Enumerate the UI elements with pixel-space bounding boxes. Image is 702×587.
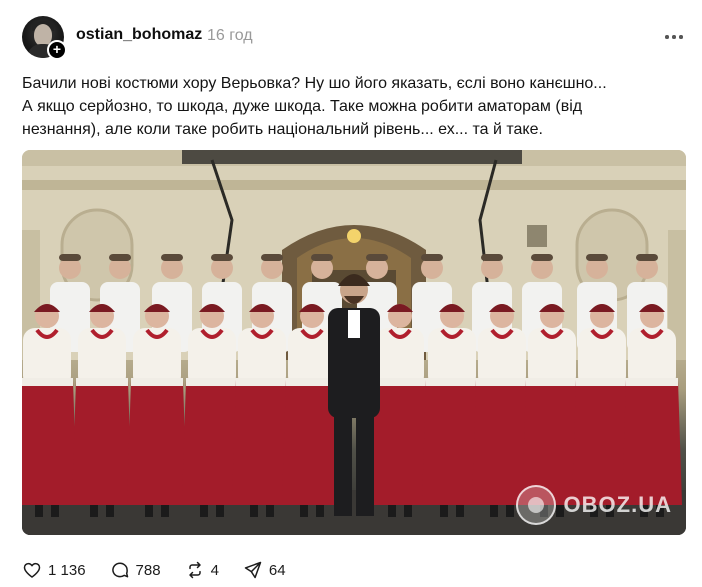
send-icon bbox=[244, 561, 262, 579]
post-text-line: незнання), але коли таке робить націонал… bbox=[22, 121, 543, 138]
choir-photo-illustration bbox=[22, 150, 686, 535]
watermark-logo-icon bbox=[515, 485, 556, 525]
post-text-line: Бачили нові костюми хору Верьовка? Ну шо… bbox=[22, 75, 607, 92]
more-options-icon[interactable] bbox=[662, 24, 686, 48]
post-card: + ostian_bohomaz 16 год Бачили нові кост… bbox=[0, 0, 702, 587]
share-count: 64 bbox=[268, 561, 286, 579]
comment-icon bbox=[111, 562, 128, 578]
post-image[interactable]: OBOZ.UA bbox=[22, 150, 686, 535]
heart-icon bbox=[23, 562, 41, 578]
post-timestamp[interactable]: 16 год bbox=[207, 27, 253, 45]
like-button[interactable]: 1 136 bbox=[22, 560, 86, 580]
watermark: OBOZ.UA bbox=[515, 485, 672, 525]
share-button[interactable]: 64 bbox=[243, 560, 286, 580]
reply-button[interactable]: 788 bbox=[110, 560, 161, 580]
post-header: + ostian_bohomaz 16 год bbox=[22, 14, 688, 60]
reply-count: 788 bbox=[135, 561, 161, 579]
action-bar: 1 136 788 4 64 bbox=[22, 558, 310, 582]
repost-icon bbox=[188, 561, 201, 579]
author-username[interactable]: ostian_bohomaz bbox=[76, 26, 202, 44]
like-count: 1 136 bbox=[48, 561, 86, 579]
post-text: Бачили нові костюми хору Верьовка? Ну шо… bbox=[22, 72, 688, 141]
post-text-line: А якщо серйозно, то шкода, дуже шкода. Т… bbox=[22, 98, 583, 115]
repost-count: 4 bbox=[210, 561, 219, 579]
watermark-text: OBOZ.UA bbox=[563, 492, 672, 517]
follow-plus-icon[interactable]: + bbox=[47, 40, 67, 60]
repost-button[interactable]: 4 bbox=[185, 560, 219, 580]
